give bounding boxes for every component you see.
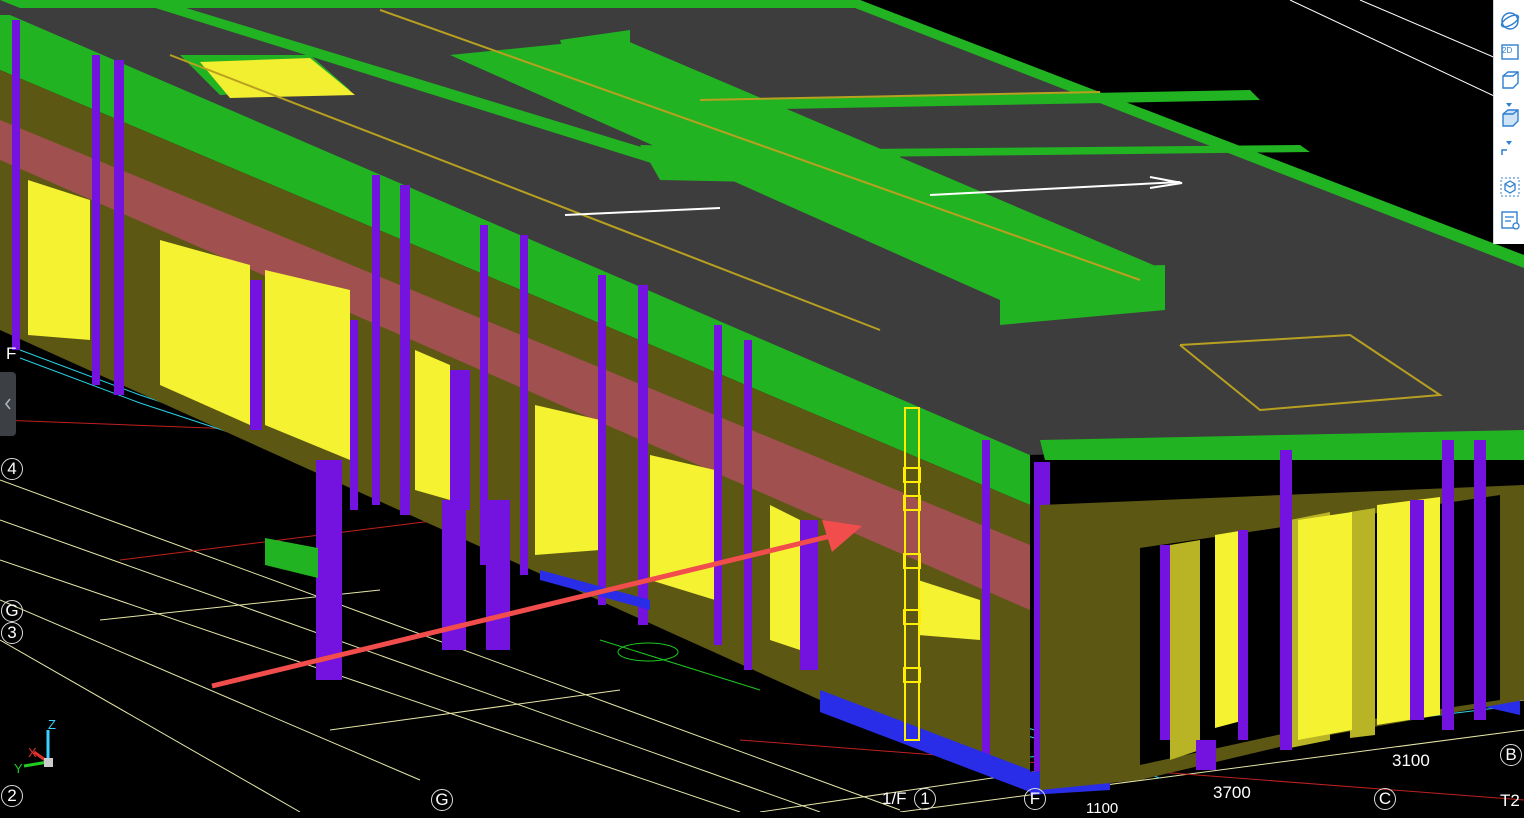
2d-view-label: 2D — [1502, 46, 1513, 55]
floor-label: 1/F — [882, 789, 907, 808]
3d-solid-dropdown[interactable] — [1503, 134, 1515, 145]
grid-bubble-4: 4 — [1, 458, 23, 480]
model-box-icon — [1500, 177, 1520, 197]
dimension-3100: 3100 — [1392, 751, 1430, 770]
grid-bubble-3: 3 — [1, 622, 23, 644]
axis-x-label: X — [28, 745, 37, 760]
grid-bubble-2: 2 — [1, 785, 23, 807]
grid-label-t2: T2 — [1500, 791, 1520, 810]
grid-bubble-b: B — [1500, 744, 1522, 766]
properties-panel-button[interactable] — [1497, 208, 1523, 232]
fullscreen-icon — [1501, 149, 1507, 155]
chevron-left-icon — [4, 398, 11, 410]
axis-z-label: Z — [48, 717, 56, 732]
grid-bubble-g-bottom: G — [431, 789, 453, 811]
grid-bubble-1: 1 — [914, 788, 936, 810]
properties-panel-icon — [1501, 211, 1520, 230]
solid-cube-icon — [1502, 109, 1519, 127]
wireframe-cube-icon — [1502, 71, 1519, 89]
3d-solid-button[interactable] — [1497, 106, 1523, 130]
view-toolbar: 2D — [1493, 0, 1524, 244]
model-box-button[interactable] — [1497, 175, 1523, 199]
orbit-sphere-icon — [1500, 12, 1520, 30]
2d-view-button[interactable]: 2D — [1497, 40, 1523, 64]
dimension-3700: 3700 — [1213, 783, 1251, 802]
grid-bubble-c: C — [1374, 788, 1396, 810]
axis-y-label: Y — [14, 761, 23, 776]
model-viewport[interactable] — [0, 0, 1524, 812]
grid-label-f-left: F — [6, 344, 17, 363]
left-panel-collapse-tab[interactable] — [0, 372, 16, 436]
dimension-1100: 1100 — [1086, 800, 1119, 817]
orbit-button[interactable] — [1497, 9, 1523, 33]
grid-bubble-f: F — [1024, 788, 1046, 810]
3d-wireframe-dropdown[interactable] — [1503, 96, 1515, 107]
3d-wireframe-button[interactable] — [1497, 68, 1523, 92]
grid-bubble-g-left: G — [1, 600, 23, 622]
fullscreen-button[interactable] — [1497, 146, 1523, 170]
